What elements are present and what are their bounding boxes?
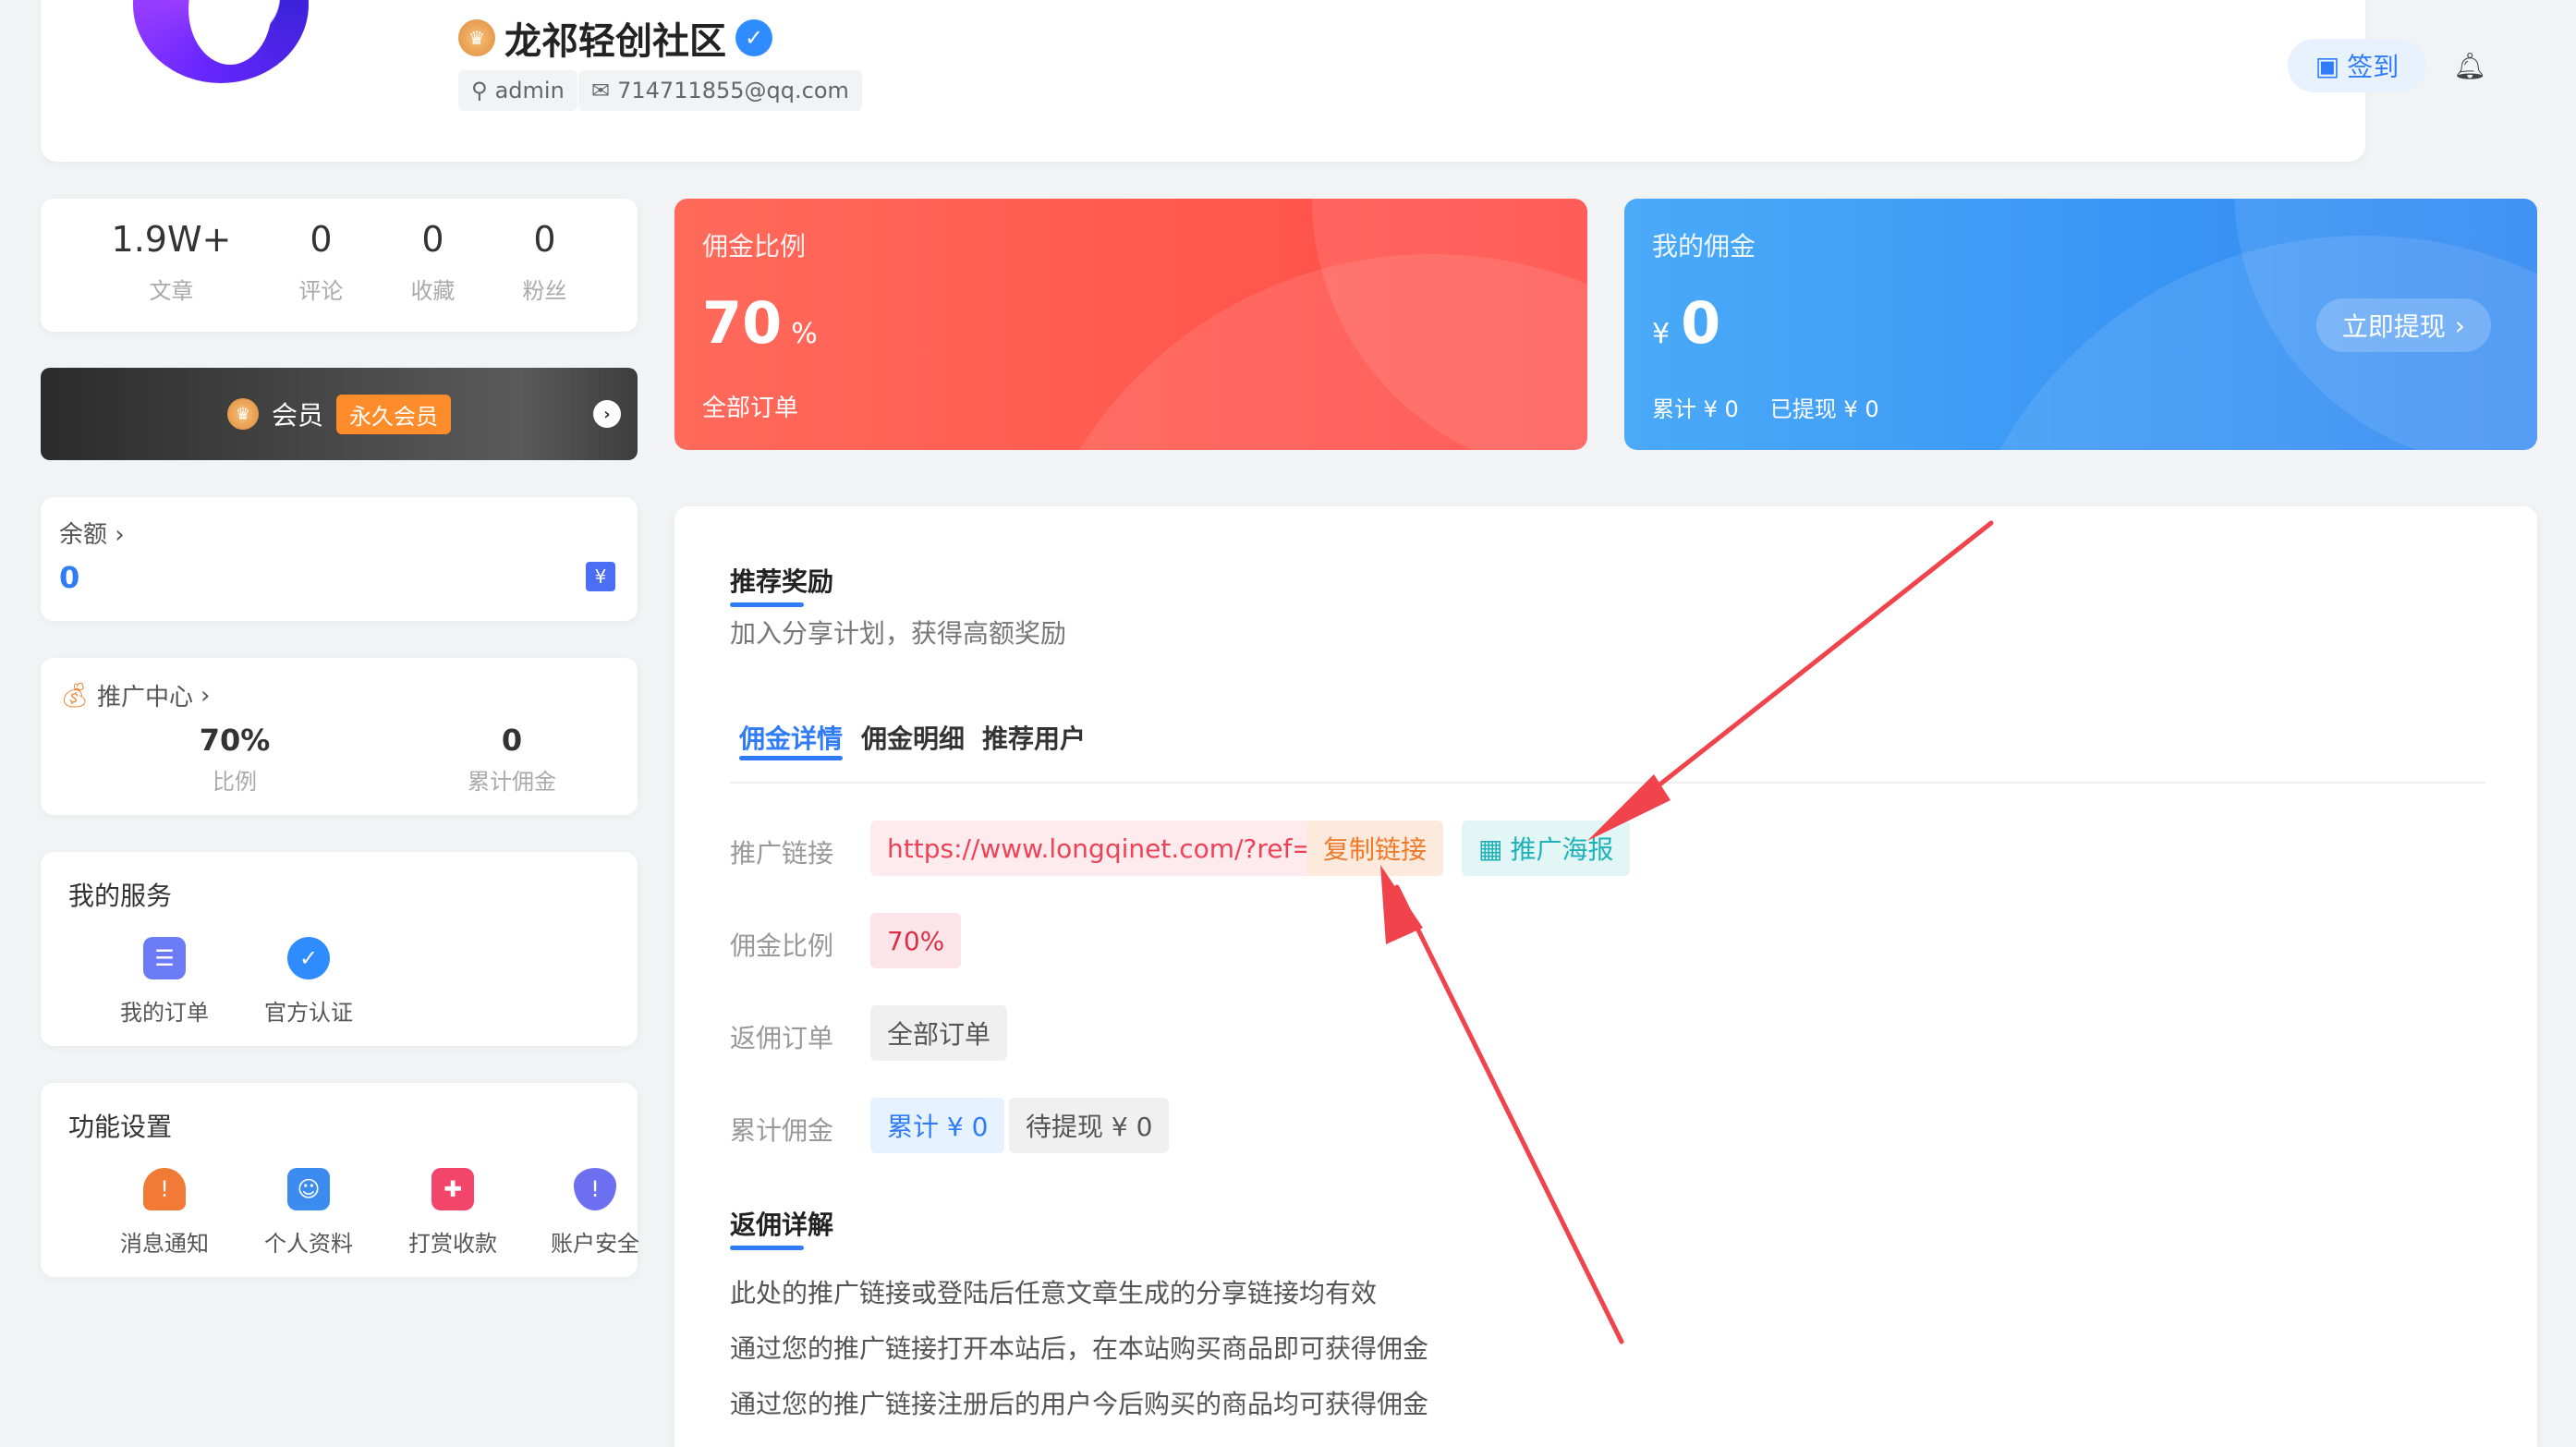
verified-icon: ✓ — [287, 937, 330, 979]
copy-link-button[interactable]: 复制链接 — [1306, 821, 1444, 876]
mine-card-value: 0 — [1681, 289, 1721, 357]
promo-poster-button[interactable]: ▦ 推广海报 — [1462, 821, 1631, 876]
section-title: 推荐奖励 — [730, 566, 834, 597]
user-stats: 1.9W+ 文章 0 评论 0 收藏 0 粉丝 — [41, 199, 638, 332]
settings-title: 功能设置 — [68, 1112, 173, 1142]
setting-security[interactable]: ! 账户安全 — [540, 1168, 650, 1258]
section-subtitle: 加入分享计划，获得高额奖励 — [730, 618, 1067, 649]
my-commission-card: 我的佣金 ¥ 0 累计 ¥ 0 已提现 ¥ 0 立即提现 › — [1624, 199, 2537, 450]
setting-notifications[interactable]: ! 消息通知 — [109, 1168, 220, 1258]
chevron-right-icon: › — [593, 400, 621, 428]
setting-rewards[interactable]: ✚ 打赏收款 — [397, 1168, 508, 1258]
detail-line-1: 此处的推广链接或登陆后任意文章生成的分享链接均有效 — [730, 1278, 1378, 1308]
vip-badge: 永久会员 — [336, 394, 451, 434]
calendar-check-icon: ▣ — [2315, 50, 2340, 81]
user-card-icon: ☺ — [287, 1168, 330, 1210]
signin-button[interactable]: ▣ 签到 — [2288, 39, 2426, 92]
promo-rate-label: 比例 — [213, 769, 257, 795]
site-name: 龙祁轻创社区 — [504, 20, 726, 63]
shield-icon: ! — [574, 1168, 616, 1210]
balance-value: 0 — [59, 560, 80, 595]
rate-card-value: 70 — [702, 289, 783, 357]
balance-label: 余额 — [59, 521, 108, 549]
username-tag: ⚲ admin — [458, 70, 577, 111]
mine-card-withdrawn: 已提现 ¥ 0 — [1769, 396, 1879, 422]
referral-panel: 推荐奖励 加入分享计划，获得高额奖励 佣金详情 佣金明细 推荐用户 推广链接 h… — [674, 506, 2537, 1447]
orders-label: 返佣订单 — [730, 1023, 834, 1053]
tab-referred-users[interactable]: 推荐用户 — [982, 719, 1086, 756]
clipboard-icon: ☰ — [143, 937, 186, 979]
chevron-right-icon: › — [200, 681, 211, 710]
tab-commission-details[interactable]: 佣金详情 — [739, 719, 843, 756]
orders-value: 全部订单 — [870, 1005, 1008, 1061]
pending-value: 待提现 ¥ 0 — [1009, 1098, 1170, 1153]
mine-card-total: 累计 ¥ 0 — [1652, 396, 1739, 422]
stat-articles[interactable]: 1.9W+ 文章 — [112, 199, 232, 332]
gift-icon: ✚ — [431, 1168, 474, 1210]
verified-icon: ✓ — [735, 19, 772, 56]
stat-favorites[interactable]: 0 收藏 — [410, 199, 455, 332]
promo-center-card[interactable]: 💰︎ 推广中心 › 70% 比例 0 累计佣金 — [41, 658, 638, 815]
detail-line-3: 通过您的推广链接注册后的用户今后购买的商品均可获得佣金 — [730, 1389, 1429, 1419]
promo-rate-value: 70% — [199, 723, 271, 758]
promo-total-label: 累计佣金 — [468, 769, 556, 795]
mine-card-title: 我的佣金 — [1652, 231, 1756, 261]
rate-label: 佣金比例 — [730, 930, 834, 961]
balance-card[interactable]: 余额 › 0 ¥ — [41, 497, 638, 621]
rate-value: 70% — [870, 913, 962, 968]
rate-card-title: 佣金比例 — [702, 231, 807, 261]
rate-card-footer: 全部订单 — [702, 395, 799, 422]
stat-followers[interactable]: 0 粉丝 — [522, 199, 566, 332]
chevron-right-icon: › — [2454, 310, 2465, 341]
my-services-card: 我的服务 ☰ 我的订单 ✓ 官方认证 — [41, 852, 638, 1046]
setting-profile[interactable]: ☺ 个人资料 — [253, 1168, 364, 1258]
profile-header: ♛ 龙祁轻创社区 ✓ ⚲ admin ✉ 714711855@qq.com ▣ … — [41, 0, 2497, 162]
currency-symbol: ¥ — [1652, 318, 1671, 350]
service-my-orders[interactable]: ☰ 我的订单 — [109, 937, 220, 1027]
service-official-verify[interactable]: ✓ 官方认证 — [253, 937, 364, 1027]
tabs-divider — [730, 782, 2485, 784]
link-label: 推广链接 — [730, 838, 834, 869]
crown-icon: ♛ — [226, 398, 259, 430]
settings-card: 功能设置 ! 消息通知 ☺ 个人资料 ✚ 打赏收款 ! 账户安全 — [41, 1083, 639, 1277]
email-tag: ✉ 714711855@qq.com — [578, 70, 862, 111]
chevron-right-icon: › — [115, 521, 125, 549]
tab-commission-records[interactable]: 佣金明细 — [861, 719, 965, 756]
bell-icon[interactable]: 🔔︎ — [2443, 39, 2497, 92]
referral-link[interactable]: https://www.longqinet.com/?ref=1 — [870, 821, 1347, 876]
promo-center-title: 推广中心 — [97, 684, 194, 711]
total-label: 累计佣金 — [730, 1115, 834, 1146]
crown-icon: ♛ — [458, 19, 495, 56]
wallet-icon: ¥ — [586, 562, 615, 591]
rate-card-unit: % — [791, 318, 818, 350]
bell-icon: ! — [143, 1168, 186, 1210]
detail-line-2: 通过您的推广链接打开本站后，在本站购买商品即可获得佣金 — [730, 1333, 1429, 1364]
withdraw-button[interactable]: 立即提现 › — [2315, 298, 2491, 352]
user-icon: ⚲ — [471, 78, 488, 103]
vip-banner[interactable]: ♛ 会员 永久会员 › — [41, 368, 638, 460]
commission-rate-card: 佣金比例 70 % 全部订单 — [674, 199, 1587, 450]
total-value: 累计 ¥ 0 — [870, 1098, 1005, 1153]
stat-comments[interactable]: 0 评论 — [298, 199, 343, 332]
site-title: ♛ 龙祁轻创社区 ✓ — [458, 11, 772, 65]
mail-icon: ✉ — [591, 78, 611, 103]
moneybag-icon: 💰︎ — [59, 681, 91, 710]
qrcode-icon: ▦ — [1478, 833, 1503, 864]
detail-title: 返佣详解 — [730, 1210, 834, 1240]
services-title: 我的服务 — [68, 881, 173, 911]
promo-total-value: 0 — [501, 723, 523, 758]
